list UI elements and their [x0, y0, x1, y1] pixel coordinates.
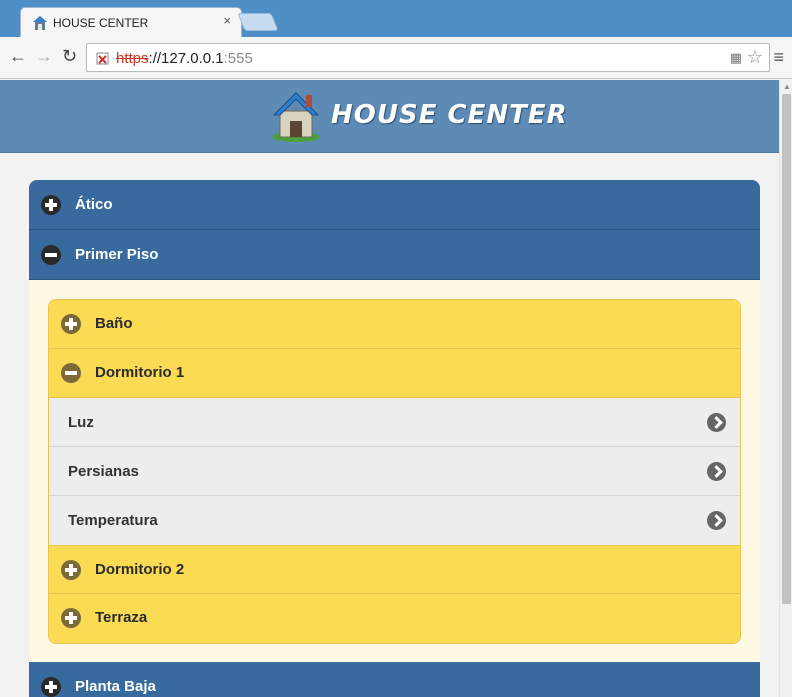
- chevron-right-icon: [707, 511, 726, 530]
- floor-accordion: Ático Primer Piso Baño Dormitorio 1 Luz: [29, 180, 760, 697]
- section-label: Ático: [75, 196, 113, 213]
- url-host: ://127.0.0.1: [148, 50, 224, 67]
- section-label: Planta Baja: [75, 678, 156, 695]
- device-label: Persianas: [68, 463, 139, 480]
- room-accordion: Baño Dormitorio 1 Luz Persianas Temperat…: [48, 299, 741, 644]
- device-temperatura[interactable]: Temperatura: [49, 496, 740, 545]
- plus-icon: [61, 608, 81, 628]
- forward-arrow-icon[interactable]: →: [35, 45, 53, 67]
- back-arrow-icon[interactable]: ←: [9, 45, 27, 67]
- reload-icon[interactable]: ↻: [62, 45, 77, 67]
- room-label: Dormitorio 1: [95, 364, 185, 381]
- plus-icon: [61, 314, 81, 334]
- page-viewport: HOUSE CENTER Ático Primer Piso Baño Dorm…: [0, 80, 779, 697]
- browser-toolbar: ← → ↻ https://127.0.0.1:555 ▦ ☆ ≡: [0, 37, 792, 79]
- browser-tab-strip: HOUSE CENTER ×: [0, 0, 792, 37]
- bookmark-star-icon[interactable]: ☆: [747, 47, 763, 68]
- tab-title: HOUSE CENTER: [53, 16, 149, 30]
- section-planta-baja[interactable]: Planta Baja: [29, 662, 760, 697]
- vertical-scrollbar[interactable]: ▲: [779, 80, 792, 697]
- minus-icon: [41, 245, 61, 265]
- url-text[interactable]: https://127.0.0.1:555: [116, 50, 253, 67]
- room-label: Dormitorio 2: [95, 561, 185, 578]
- room-label: Terraza: [95, 609, 148, 626]
- device-luz[interactable]: Luz: [49, 398, 740, 447]
- scroll-up-arrow-icon[interactable]: ▲: [783, 82, 791, 91]
- broken-lock-icon[interactable]: [95, 50, 111, 66]
- plus-icon: [41, 195, 61, 215]
- house-logo-icon: [272, 92, 320, 142]
- browser-menu-icon[interactable]: ≡: [773, 47, 784, 68]
- browser-tab[interactable]: HOUSE CENTER ×: [20, 7, 242, 37]
- section-atico[interactable]: Ático: [29, 180, 760, 230]
- house-favicon-icon: [33, 16, 47, 30]
- plus-icon: [41, 677, 61, 697]
- room-label: Baño: [95, 315, 133, 332]
- url-port: :555: [223, 50, 253, 67]
- translate-icon[interactable]: ▦: [730, 50, 742, 66]
- primer-piso-content: Baño Dormitorio 1 Luz Persianas Temperat…: [29, 280, 760, 662]
- address-bar[interactable]: https://127.0.0.1:555 ▦ ☆: [86, 43, 770, 72]
- room-dormitorio-1[interactable]: Dormitorio 1: [49, 349, 740, 398]
- section-label: Primer Piso: [75, 246, 159, 263]
- minus-icon: [61, 363, 81, 383]
- url-protocol: https: [116, 50, 149, 67]
- app-header: HOUSE CENTER: [0, 80, 779, 153]
- room-terraza[interactable]: Terraza: [49, 594, 740, 643]
- plus-icon: [61, 560, 81, 580]
- device-label: Luz: [68, 414, 94, 431]
- device-label: Temperatura: [68, 512, 158, 529]
- app-title: HOUSE CENTER: [331, 100, 568, 130]
- section-primer-piso[interactable]: Primer Piso: [29, 230, 760, 280]
- new-tab-button[interactable]: [237, 13, 279, 31]
- room-dormitorio-2[interactable]: Dormitorio 2: [49, 545, 740, 594]
- chevron-right-icon: [707, 413, 726, 432]
- scrollbar-thumb[interactable]: [782, 94, 791, 604]
- close-tab-icon[interactable]: ×: [223, 13, 231, 28]
- device-persianas[interactable]: Persianas: [49, 447, 740, 496]
- chevron-right-icon: [707, 462, 726, 481]
- room-bano[interactable]: Baño: [49, 300, 740, 349]
